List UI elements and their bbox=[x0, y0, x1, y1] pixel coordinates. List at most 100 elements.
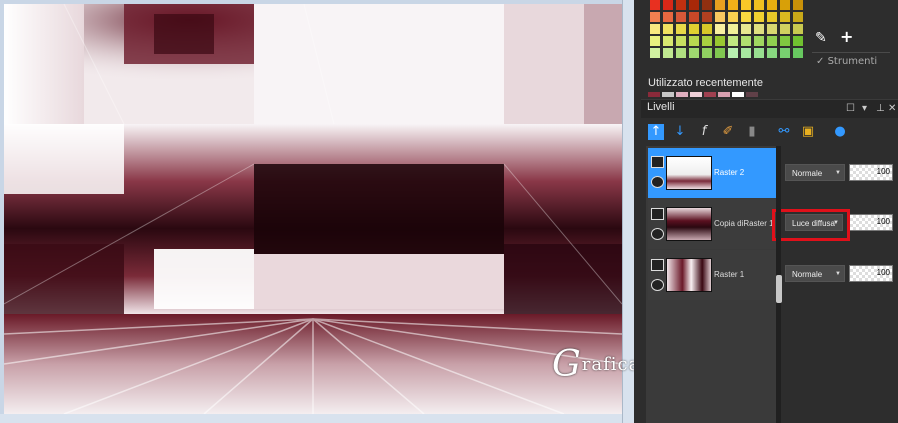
opacity-field[interactable]: 100 bbox=[849, 164, 893, 181]
color-swatch[interactable] bbox=[741, 12, 751, 22]
recent-colors-strip[interactable] bbox=[648, 92, 768, 97]
color-swatch[interactable] bbox=[650, 0, 660, 10]
color-swatch[interactable] bbox=[689, 12, 699, 22]
color-swatch[interactable] bbox=[793, 0, 803, 10]
lock-icon[interactable]: ▣ bbox=[800, 124, 816, 140]
color-swatch[interactable] bbox=[676, 0, 686, 10]
plus-icon[interactable]: + bbox=[840, 29, 853, 45]
color-swatch[interactable] bbox=[663, 24, 673, 34]
color-swatch[interactable] bbox=[767, 12, 777, 22]
visibility-eye-icon[interactable] bbox=[651, 228, 664, 240]
color-swatch[interactable] bbox=[741, 48, 751, 58]
eyedropper-icon[interactable]: ✎ bbox=[815, 30, 827, 46]
color-swatch[interactable] bbox=[689, 48, 699, 58]
color-swatch[interactable] bbox=[754, 12, 764, 22]
color-swatch[interactable] bbox=[767, 36, 777, 46]
color-swatch[interactable] bbox=[702, 36, 712, 46]
maximize-icon[interactable]: ☐ bbox=[846, 103, 855, 114]
color-swatch[interactable] bbox=[702, 24, 712, 34]
color-swatch[interactable] bbox=[780, 36, 790, 46]
color-swatch[interactable] bbox=[728, 48, 738, 58]
color-swatch[interactable] bbox=[689, 24, 699, 34]
color-swatch[interactable] bbox=[702, 0, 712, 10]
pin-icon[interactable]: ⊥ bbox=[876, 103, 885, 114]
recent-color-swatch[interactable] bbox=[662, 92, 674, 97]
color-swatch[interactable] bbox=[689, 36, 699, 46]
layer-name[interactable]: Raster 1 bbox=[714, 270, 744, 279]
color-swatch[interactable] bbox=[754, 48, 764, 58]
color-swatch[interactable] bbox=[793, 24, 803, 34]
opacity-field[interactable]: 100 bbox=[849, 214, 893, 231]
mask-icon[interactable]: ▮ bbox=[744, 124, 760, 140]
color-swatch[interactable] bbox=[780, 24, 790, 34]
color-swatch[interactable] bbox=[741, 0, 751, 10]
color-swatch[interactable] bbox=[702, 48, 712, 58]
color-swatch[interactable] bbox=[715, 12, 725, 22]
color-swatch[interactable] bbox=[676, 36, 686, 46]
recent-color-swatch[interactable] bbox=[718, 92, 730, 97]
recent-color-swatch[interactable] bbox=[732, 92, 744, 97]
color-swatch[interactable] bbox=[650, 36, 660, 46]
color-swatch[interactable] bbox=[780, 48, 790, 58]
color-swatch[interactable] bbox=[793, 48, 803, 58]
panel-splitter-handle[interactable] bbox=[776, 275, 782, 303]
color-swatch[interactable] bbox=[754, 36, 764, 46]
recent-color-swatch[interactable] bbox=[704, 92, 716, 97]
color-swatch[interactable] bbox=[650, 24, 660, 34]
visibility-eye-icon[interactable] bbox=[651, 176, 664, 188]
color-swatch[interactable] bbox=[728, 0, 738, 10]
new-layer-up-icon[interactable]: ↑ bbox=[648, 124, 664, 140]
color-swatch[interactable] bbox=[780, 12, 790, 22]
layer-name[interactable]: Copia diRaster 1 bbox=[714, 219, 774, 228]
canvas-image[interactable] bbox=[4, 4, 622, 414]
menu-icon[interactable]: ▾ bbox=[862, 103, 867, 114]
color-swatch[interactable] bbox=[702, 12, 712, 22]
color-swatch[interactable] bbox=[780, 0, 790, 10]
link-icon[interactable]: ⚯ bbox=[776, 124, 792, 140]
color-swatch[interactable] bbox=[754, 24, 764, 34]
color-swatch[interactable] bbox=[715, 0, 725, 10]
strumenti-toggle[interactable]: ✓ Strumenti bbox=[816, 56, 877, 67]
color-swatch[interactable] bbox=[728, 12, 738, 22]
color-swatch[interactable] bbox=[676, 24, 686, 34]
new-layer-down-icon[interactable]: ↓ bbox=[672, 124, 688, 140]
color-swatch[interactable] bbox=[728, 36, 738, 46]
color-swatch[interactable] bbox=[676, 48, 686, 58]
color-swatch[interactable] bbox=[689, 0, 699, 10]
blend-mode-select[interactable]: Normale ▼ bbox=[785, 265, 845, 282]
canvas-area[interactable]: Graficamia bbox=[0, 0, 634, 423]
close-icon[interactable]: ✕ bbox=[888, 103, 896, 114]
color-swatch[interactable] bbox=[741, 36, 751, 46]
color-swatch[interactable] bbox=[650, 12, 660, 22]
color-swatch[interactable] bbox=[754, 0, 764, 10]
color-swatch[interactable] bbox=[741, 24, 751, 34]
color-swatch[interactable] bbox=[650, 48, 660, 58]
color-swatch[interactable] bbox=[793, 36, 803, 46]
color-palette[interactable] bbox=[650, 0, 804, 62]
color-swatch[interactable] bbox=[728, 24, 738, 34]
color-swatch[interactable] bbox=[767, 48, 777, 58]
globe-icon[interactable]: ● bbox=[832, 124, 848, 140]
color-swatch[interactable] bbox=[676, 12, 686, 22]
blend-mode-select[interactable]: Normale ▼ bbox=[785, 164, 845, 181]
color-swatch[interactable] bbox=[767, 0, 777, 10]
color-swatch[interactable] bbox=[715, 36, 725, 46]
color-swatch[interactable] bbox=[663, 12, 673, 22]
color-swatch[interactable] bbox=[663, 48, 673, 58]
color-swatch[interactable] bbox=[663, 36, 673, 46]
fx-icon[interactable]: f bbox=[696, 124, 712, 140]
horizontal-scrollbar[interactable] bbox=[0, 414, 622, 423]
layer-name[interactable]: Raster 2 bbox=[714, 168, 744, 177]
opacity-field[interactable]: 100 bbox=[849, 265, 893, 282]
color-swatch[interactable] bbox=[715, 48, 725, 58]
recent-color-swatch[interactable] bbox=[676, 92, 688, 97]
recent-color-swatch[interactable] bbox=[746, 92, 758, 97]
color-swatch[interactable] bbox=[663, 0, 673, 10]
recent-color-swatch[interactable] bbox=[690, 92, 702, 97]
recent-color-swatch[interactable] bbox=[648, 92, 660, 97]
brush-icon[interactable]: ✐ bbox=[720, 124, 736, 140]
color-swatch[interactable] bbox=[793, 12, 803, 22]
visibility-eye-icon[interactable] bbox=[651, 279, 664, 291]
color-swatch[interactable] bbox=[715, 24, 725, 34]
color-swatch[interactable] bbox=[767, 24, 777, 34]
